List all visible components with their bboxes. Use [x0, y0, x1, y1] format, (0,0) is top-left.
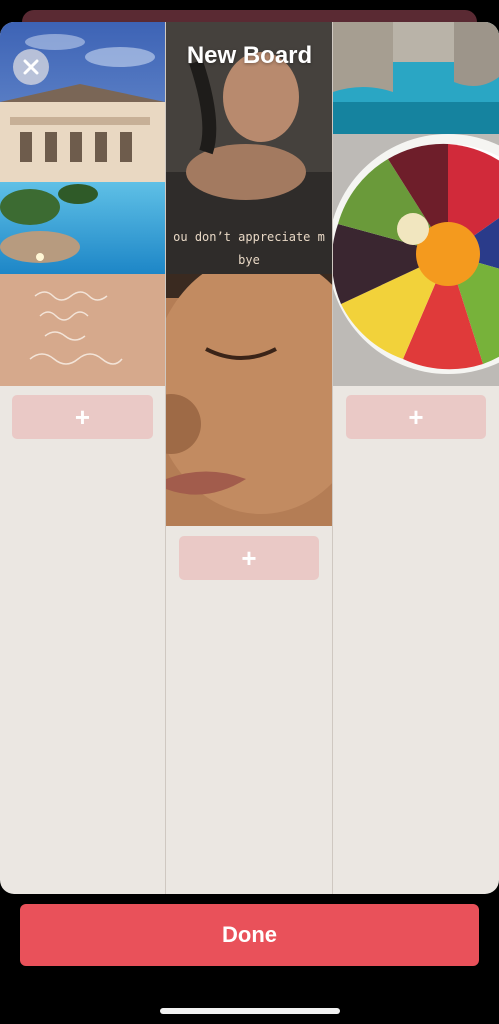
close-button[interactable] [13, 49, 49, 85]
done-button[interactable]: Done [20, 904, 479, 966]
page-title: New Board [186, 42, 313, 69]
tile-caption-line2: bye [238, 253, 260, 267]
image-tile-sea-cave[interactable] [333, 22, 499, 134]
tile-caption-line1: ou don’t appreciate m [173, 230, 325, 244]
image-tile-script-quote[interactable] [0, 274, 165, 386]
add-pin-button-column-1[interactable]: + [12, 395, 153, 439]
close-icon [23, 59, 39, 75]
board-sheet: + ou don’t appreciate m bye + + New Boar… [0, 22, 499, 894]
image-tile-face-closeup[interactable] [166, 274, 332, 526]
image-tile-fruit-platter[interactable] [333, 134, 499, 386]
add-pin-button-column-3[interactable]: + [346, 395, 486, 439]
home-indicator [160, 1008, 340, 1014]
add-pin-button-column-2[interactable]: + [179, 536, 319, 580]
